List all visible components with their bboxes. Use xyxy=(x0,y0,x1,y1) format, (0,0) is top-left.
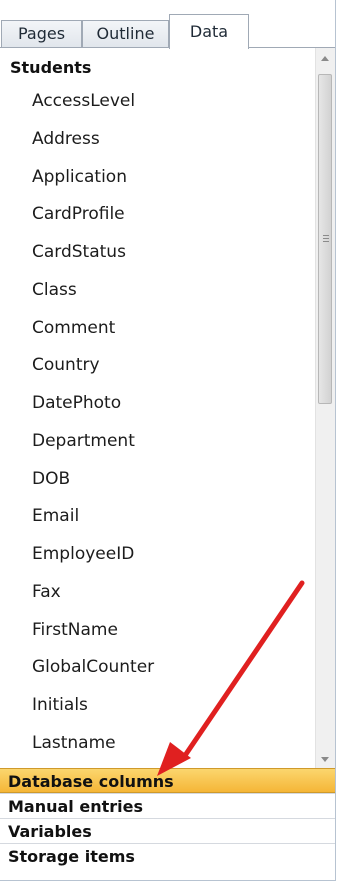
section-manual-entries[interactable]: Manual entries xyxy=(0,793,335,818)
tab-outline[interactable]: Outline xyxy=(82,20,169,47)
tree-item-datephoto[interactable]: DatePhoto xyxy=(32,393,121,413)
tree-item-country[interactable]: Country xyxy=(32,355,100,375)
data-tree[interactable]: Students AccessLevel Address Application… xyxy=(0,48,315,768)
tree-group-students[interactable]: Students xyxy=(10,58,91,77)
tree-item-dob[interactable]: DOB xyxy=(32,469,70,489)
tree-item-department[interactable]: Department xyxy=(32,431,135,451)
tab-pages[interactable]: Pages xyxy=(1,20,82,47)
tree-scrollbar[interactable] xyxy=(315,48,335,768)
tree-item-comment[interactable]: Comment xyxy=(32,318,115,338)
tree-item-email[interactable]: Email xyxy=(32,506,79,526)
tree-item-address[interactable]: Address xyxy=(32,129,100,149)
tree-item-initials[interactable]: Initials xyxy=(32,695,88,715)
scroll-thumb[interactable] xyxy=(318,74,332,404)
tree-item-globalcounter[interactable]: GlobalCounter xyxy=(32,657,154,677)
section-variables[interactable]: Variables xyxy=(0,818,335,843)
tab-data[interactable]: Data xyxy=(169,14,249,49)
section-database-columns[interactable]: Database columns xyxy=(0,768,335,793)
scroll-grip-icon xyxy=(323,235,329,236)
scroll-grip-icon xyxy=(323,238,329,239)
tab-strip: Pages Outline Data xyxy=(0,0,335,49)
tree-item-accesslevel[interactable]: AccessLevel xyxy=(32,91,135,111)
tree-item-firstname[interactable]: FirstName xyxy=(32,620,118,640)
tree-item-employeeid[interactable]: EmployeeID xyxy=(32,544,134,564)
tree-item-lastname[interactable]: Lastname xyxy=(32,733,116,753)
tree-item-class[interactable]: Class xyxy=(32,280,77,300)
scroll-up-arrow-icon[interactable] xyxy=(321,56,329,61)
tree-item-cardprofile[interactable]: CardProfile xyxy=(32,204,125,224)
tree-item-cardstatus[interactable]: CardStatus xyxy=(32,242,126,262)
tree-item-fax[interactable]: Fax xyxy=(32,582,61,602)
data-panel: Pages Outline Data Students AccessLevel … xyxy=(0,0,336,881)
scroll-down-arrow-icon[interactable] xyxy=(321,757,329,762)
scroll-grip-icon xyxy=(323,241,329,242)
tree-item-application[interactable]: Application xyxy=(32,167,127,187)
section-storage-items[interactable]: Storage items xyxy=(0,843,335,868)
